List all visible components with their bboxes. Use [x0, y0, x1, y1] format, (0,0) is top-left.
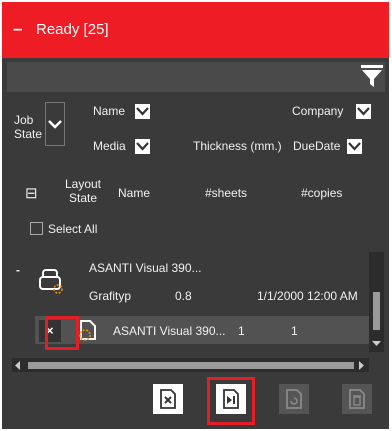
- highlight-frame: [45, 316, 79, 350]
- job-copies: 1: [291, 324, 298, 338]
- company-column-label: Company: [292, 104, 344, 118]
- sheets-column-label: #sheets: [205, 186, 248, 200]
- delete-trash-icon: [349, 389, 365, 409]
- delete-button[interactable]: [342, 384, 372, 414]
- group-company: Grafityp: [89, 289, 132, 303]
- job-sheets: 1: [238, 324, 245, 338]
- media-column-label: Media: [93, 139, 126, 153]
- media-dropdown[interactable]: [135, 139, 150, 154]
- job-state-label: Job State: [14, 113, 43, 141]
- chevron-down-icon: [136, 107, 149, 116]
- thickness-column-label: Thickness (mm.): [193, 139, 282, 153]
- remove-document-icon: [160, 389, 176, 409]
- horizontal-scrollbar[interactable]: [12, 358, 369, 372]
- reprocess-document-icon: [286, 389, 302, 409]
- job-list: - ASANTI Visual 390... Grafityp 0.8 1/1/…: [7, 245, 385, 369]
- layout-name-label: Name: [118, 186, 151, 200]
- chevron-down-icon: [136, 142, 149, 151]
- vertical-scroll-thumb[interactable]: [373, 292, 380, 330]
- bottom-toolbar: [2, 374, 389, 429]
- group-duedate: 1/1/2000 12:00 AM: [257, 289, 358, 303]
- job-row[interactable]: × ASANTI Visual 390... 1 1: [35, 316, 374, 344]
- funnel-filter-icon[interactable]: [361, 65, 383, 89]
- duedate-column-label: DueDate: [293, 139, 341, 153]
- name-column-label: Name: [93, 104, 126, 118]
- duedate-dropdown[interactable]: [347, 139, 362, 154]
- job-state-dropdown[interactable]: [45, 102, 65, 146]
- copies-column-label: #copies: [301, 186, 343, 200]
- scroll-down-arrow-icon[interactable]: [372, 341, 381, 347]
- group-name: ASANTI Visual 390...: [89, 261, 202, 275]
- panel-header[interactable]: – Ready [25]: [2, 2, 389, 58]
- group-thickness: 0.8: [175, 289, 192, 303]
- job-columns-header: Job State Name Company Media Thickness (…: [7, 94, 385, 162]
- panel-title: Ready [25]: [36, 21, 109, 38]
- filter-bar: [7, 62, 385, 92]
- collapse-toggle[interactable]: –: [13, 19, 22, 39]
- collapse-all-icon[interactable]: ⊟: [25, 184, 38, 202]
- scroll-right-arrow-icon[interactable]: [359, 361, 365, 370]
- remove-document-button[interactable]: [153, 384, 183, 414]
- chevron-down-icon: [348, 142, 361, 151]
- name-dropdown[interactable]: [135, 104, 150, 119]
- ready-panel: – Ready [25] Job State Name Company Medi…: [2, 2, 389, 429]
- reprocess-button[interactable]: [279, 384, 309, 414]
- group-expander[interactable]: -: [16, 263, 20, 277]
- select-all-checkbox[interactable]: [30, 222, 43, 235]
- layout-columns-header: ⊟ Layout State Name #sheets #copies Sele…: [7, 164, 385, 242]
- company-dropdown[interactable]: [356, 104, 371, 119]
- job-document-icon: [79, 320, 96, 341]
- vertical-scrollbar[interactable]: [369, 252, 384, 352]
- layout-state-label: Layout State: [64, 177, 102, 205]
- scroll-left-arrow-icon[interactable]: [15, 361, 21, 370]
- horizontal-scroll-thumb[interactable]: [28, 362, 354, 369]
- chevron-down-icon: [357, 107, 370, 116]
- highlight-frame: [207, 377, 255, 425]
- job-stack-icon: [39, 269, 63, 294]
- select-all-label[interactable]: Select All: [48, 222, 97, 236]
- job-name: ASANTI Visual 390...: [113, 324, 226, 338]
- chevron-down-icon: [48, 120, 62, 129]
